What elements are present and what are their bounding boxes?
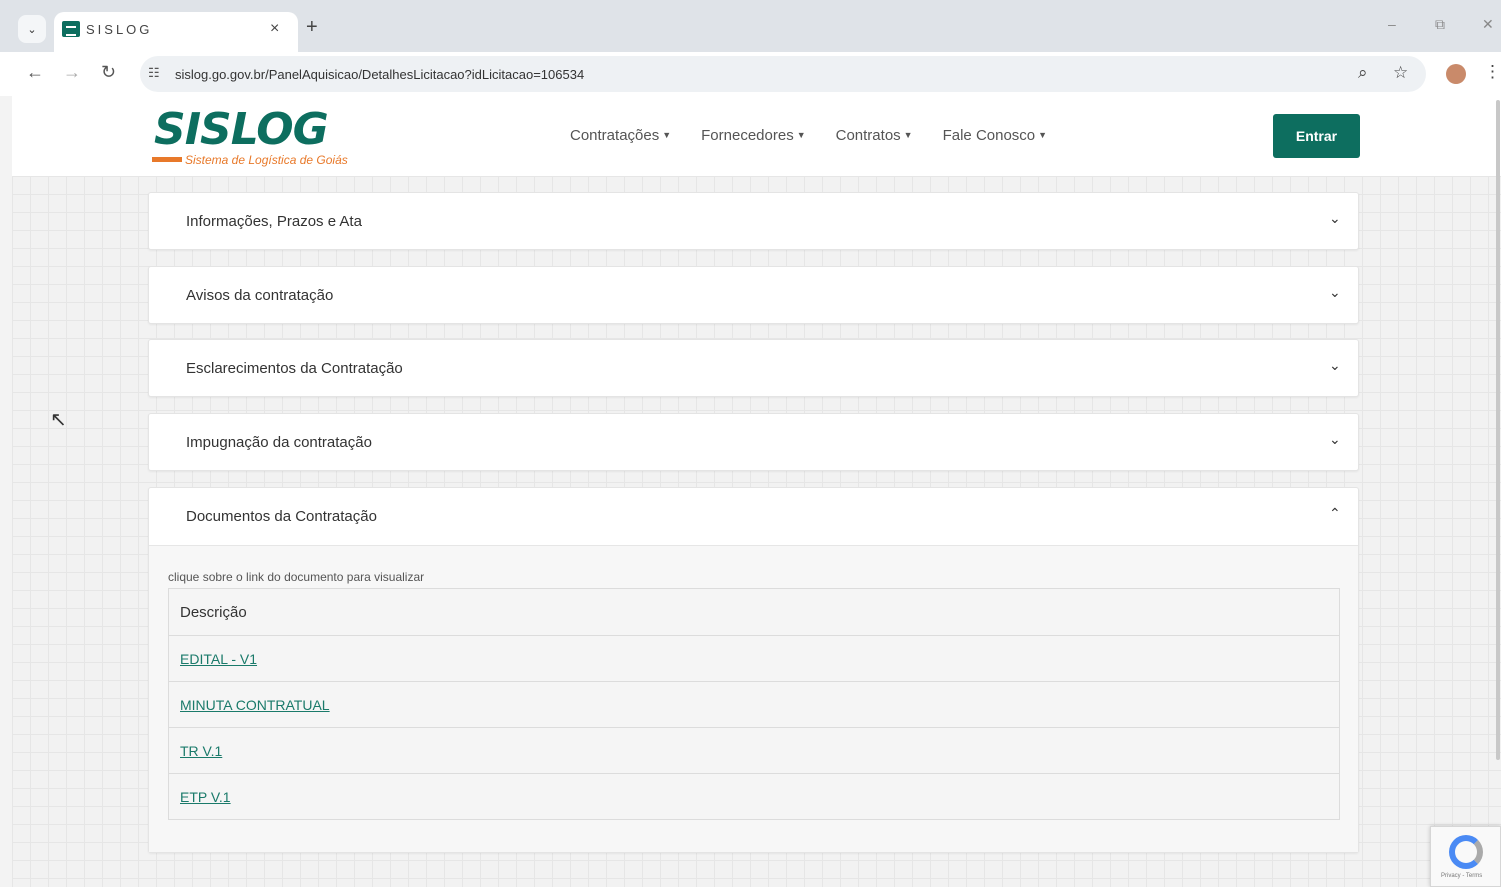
logo-accent-bar (152, 157, 182, 162)
chevron-down-icon[interactable]: ⌄ (1329, 431, 1341, 448)
recaptcha-terms[interactable]: Privacy - Terms (1441, 873, 1482, 879)
bookmark-star-icon[interactable]: ☆ (1393, 63, 1408, 83)
section-informacoes[interactable]: Informações, Prazos e Ata ⌄ (148, 192, 1359, 250)
new-tab-icon[interactable]: + (306, 16, 318, 39)
browser-toolbar: ← → ↻ ☷ sislog.go.gov.br/PanelAquisicao/… (0, 52, 1501, 96)
chevron-down-icon[interactable]: ⌄ (1329, 210, 1341, 227)
caret-down-icon: ▼ (1038, 130, 1048, 140)
nav-label: Fale Conosco (942, 127, 1036, 144)
nav-fale-conosco[interactable]: Fale Conosco ▼ (943, 127, 1047, 144)
sislog-logo[interactable]: SISLOG Sistema de Logística de Goiás (152, 104, 352, 168)
documents-hint: clique sobre o link do documento para vi… (168, 570, 425, 584)
mouse-cursor-icon: ↖ (50, 409, 67, 431)
section-documentos: Documentos da Contratação ⌃ clique sobre… (148, 487, 1359, 853)
section-documentos-body: clique sobre o link do documento para vi… (149, 546, 1358, 852)
logo-subtitle: Sistema de Logística de Goiás (185, 153, 348, 167)
document-link-etp[interactable]: ETP V.1 (180, 789, 231, 805)
nav-fornecedores[interactable]: Fornecedores ▼ (701, 127, 805, 144)
chevron-down-icon: ⌄ (27, 23, 37, 36)
recaptcha-icon (1449, 835, 1483, 869)
nav-label: Contratações (570, 127, 660, 144)
chevron-up-icon[interactable]: ⌃ (1329, 505, 1341, 522)
document-link-edital[interactable]: EDITAL - V1 (180, 651, 257, 667)
forward-icon[interactable]: → (63, 62, 81, 83)
nav-label: Contratos (835, 127, 901, 144)
back-icon[interactable]: ← (26, 62, 44, 83)
chevron-down-icon[interactable]: ⌄ (1329, 284, 1341, 301)
address-bar[interactable]: ☷ sislog.go.gov.br/PanelAquisicao/Detalh… (140, 56, 1426, 92)
section-title: Documentos da Contratação (186, 508, 377, 525)
caret-down-icon: ▼ (662, 130, 672, 140)
section-title: Avisos da contratação (186, 287, 334, 304)
table-row: ETP V.1 (169, 773, 1339, 819)
nav-contratos[interactable]: Contratos ▼ (836, 127, 913, 144)
browser-tab-bar: ⌄ SISLOG × + – ⧉ ✕ (0, 0, 1501, 52)
logo-wordmark: SISLOG (154, 104, 329, 155)
close-tab-icon[interactable]: × (270, 20, 279, 38)
table-header-row: Descrição (169, 589, 1339, 635)
document-link-minuta[interactable]: MINUTA CONTRATUAL (180, 697, 330, 713)
login-button[interactable]: Entrar (1273, 114, 1360, 158)
table-row: EDITAL - V1 (169, 635, 1339, 681)
caret-down-icon: ▼ (796, 130, 806, 140)
reload-icon[interactable]: ↻ (101, 62, 116, 83)
tab-title: SISLOG (86, 22, 153, 37)
section-title: Esclarecimentos da Contratação (186, 360, 403, 377)
page-scrollbar[interactable] (1496, 100, 1500, 760)
main-nav: Contratações ▼ Fornecedores ▼ Contratos ▼ F… (570, 127, 1047, 144)
browser-menu-icon[interactable]: ⋮ (1484, 62, 1501, 82)
section-title: Impugnação da contratação (186, 434, 372, 451)
documents-table: Descrição EDITAL - V1 MINUTA CONTRATUAL … (168, 588, 1340, 820)
nav-contratacoes[interactable]: Contratações ▼ (570, 127, 671, 144)
section-documentos-header[interactable]: Documentos da Contratação ⌃ (149, 488, 1358, 546)
browser-tab[interactable]: SISLOG × (54, 12, 298, 52)
table-row: TR V.1 (169, 727, 1339, 773)
minimize-icon[interactable]: – (1388, 16, 1396, 32)
sislog-favicon-icon (62, 21, 80, 37)
document-link-tr[interactable]: TR V.1 (180, 743, 222, 759)
section-avisos[interactable]: Avisos da contratação ⌄ (148, 266, 1359, 324)
table-row: MINUTA CONTRATUAL (169, 681, 1339, 727)
section-title: Informações, Prazos e Ata (186, 213, 362, 230)
site-info-icon[interactable]: ☷ (148, 65, 160, 81)
chevron-down-icon[interactable]: ⌄ (1329, 357, 1341, 374)
section-impugnacao[interactable]: Impugnação da contratação ⌄ (148, 413, 1359, 471)
zoom-icon[interactable]: ⌕ (1358, 63, 1368, 83)
profile-avatar[interactable] (1446, 64, 1466, 84)
caret-down-icon: ▼ (903, 130, 913, 140)
nav-label: Fornecedores (701, 127, 794, 144)
url-text[interactable]: sislog.go.gov.br/PanelAquisicao/Detalhes… (175, 67, 584, 82)
tab-list-button[interactable]: ⌄ (18, 15, 46, 43)
close-window-icon[interactable]: ✕ (1482, 16, 1494, 33)
site-header: SISLOG Sistema de Logística de Goiás Con… (12, 96, 1501, 176)
restore-icon[interactable]: ⧉ (1435, 16, 1445, 33)
column-header-descricao: Descrição (180, 603, 247, 621)
section-esclarecimentos[interactable]: Esclarecimentos da Contratação ⌄ (148, 339, 1359, 397)
recaptcha-badge[interactable]: Privacy - Terms (1430, 826, 1501, 887)
